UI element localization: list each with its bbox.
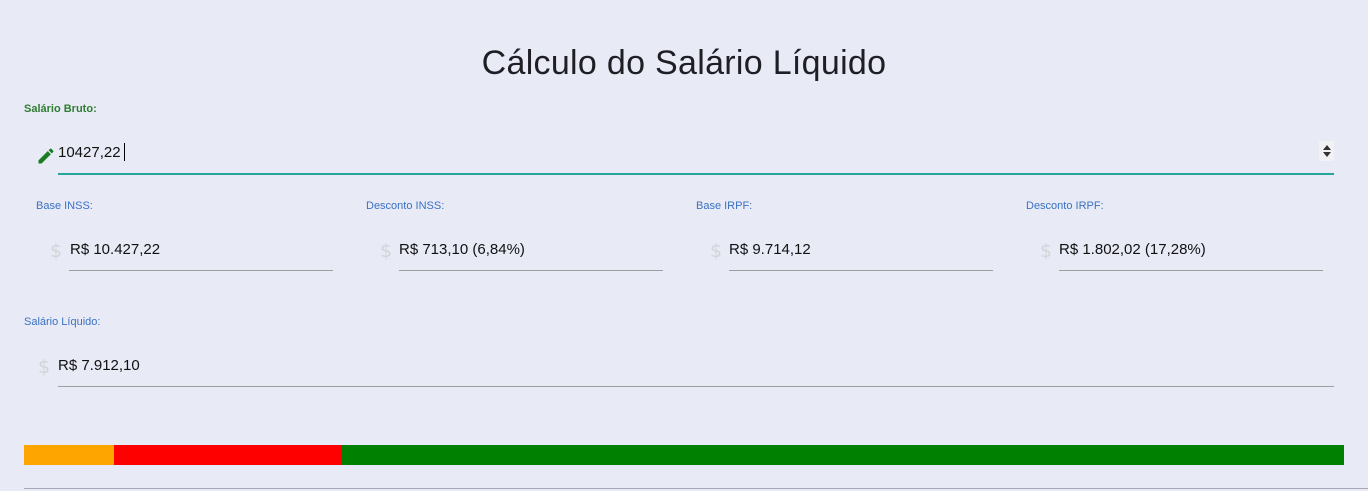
desconto-irpf-label: Desconto IRPF: [1026, 200, 1104, 212]
salary-distribution-bar [24, 445, 1344, 465]
text-cursor [124, 143, 125, 161]
desconto-inss-label: Desconto INSS: [366, 200, 445, 212]
base-inss-underline [69, 270, 333, 271]
desconto-irpf-value[interactable]: R$ 1.802,02 (17,28%) [1059, 241, 1206, 258]
dollar-icon: $ [380, 240, 393, 262]
salario-liquido-value[interactable]: R$ 7.912,10 [58, 357, 140, 374]
dollar-icon: $ [710, 240, 723, 262]
number-spinner[interactable] [1319, 141, 1334, 161]
base-irpf-underline [729, 270, 993, 271]
salario-bruto-input[interactable]: 10427,22 [58, 144, 121, 161]
pencil-icon [38, 148, 54, 164]
salario-bruto-underline [58, 173, 1334, 175]
desconto-irpf-underline [1059, 270, 1323, 271]
divider [24, 488, 1368, 489]
salario-liquido-underline [58, 386, 1334, 387]
desconto-inss-underline [399, 270, 663, 271]
salario-bruto-label: Salário Bruto: [24, 103, 97, 115]
salario-liquido-label: Salário Líquido: [24, 316, 101, 328]
base-irpf-value[interactable]: R$ 9.714,12 [729, 241, 811, 258]
bar-segment-desconto-inss [24, 445, 115, 465]
page-title: Cálculo do Salário Líquido [481, 44, 887, 82]
bar-segment-desconto-irpf [114, 445, 343, 465]
spinner-down-icon[interactable] [1322, 152, 1331, 157]
spinner-up-icon[interactable] [1322, 145, 1331, 150]
bar-segment-salario-liquido [342, 445, 1344, 465]
base-inss-value[interactable]: R$ 10.427,22 [70, 241, 160, 258]
dollar-icon: $ [38, 356, 51, 378]
desconto-inss-value[interactable]: R$ 713,10 (6,84%) [399, 241, 525, 258]
dollar-icon: $ [1040, 240, 1053, 262]
base-irpf-label: Base IRPF: [696, 200, 753, 212]
base-inss-label: Base INSS: [36, 200, 93, 212]
dollar-icon: $ [50, 240, 63, 262]
